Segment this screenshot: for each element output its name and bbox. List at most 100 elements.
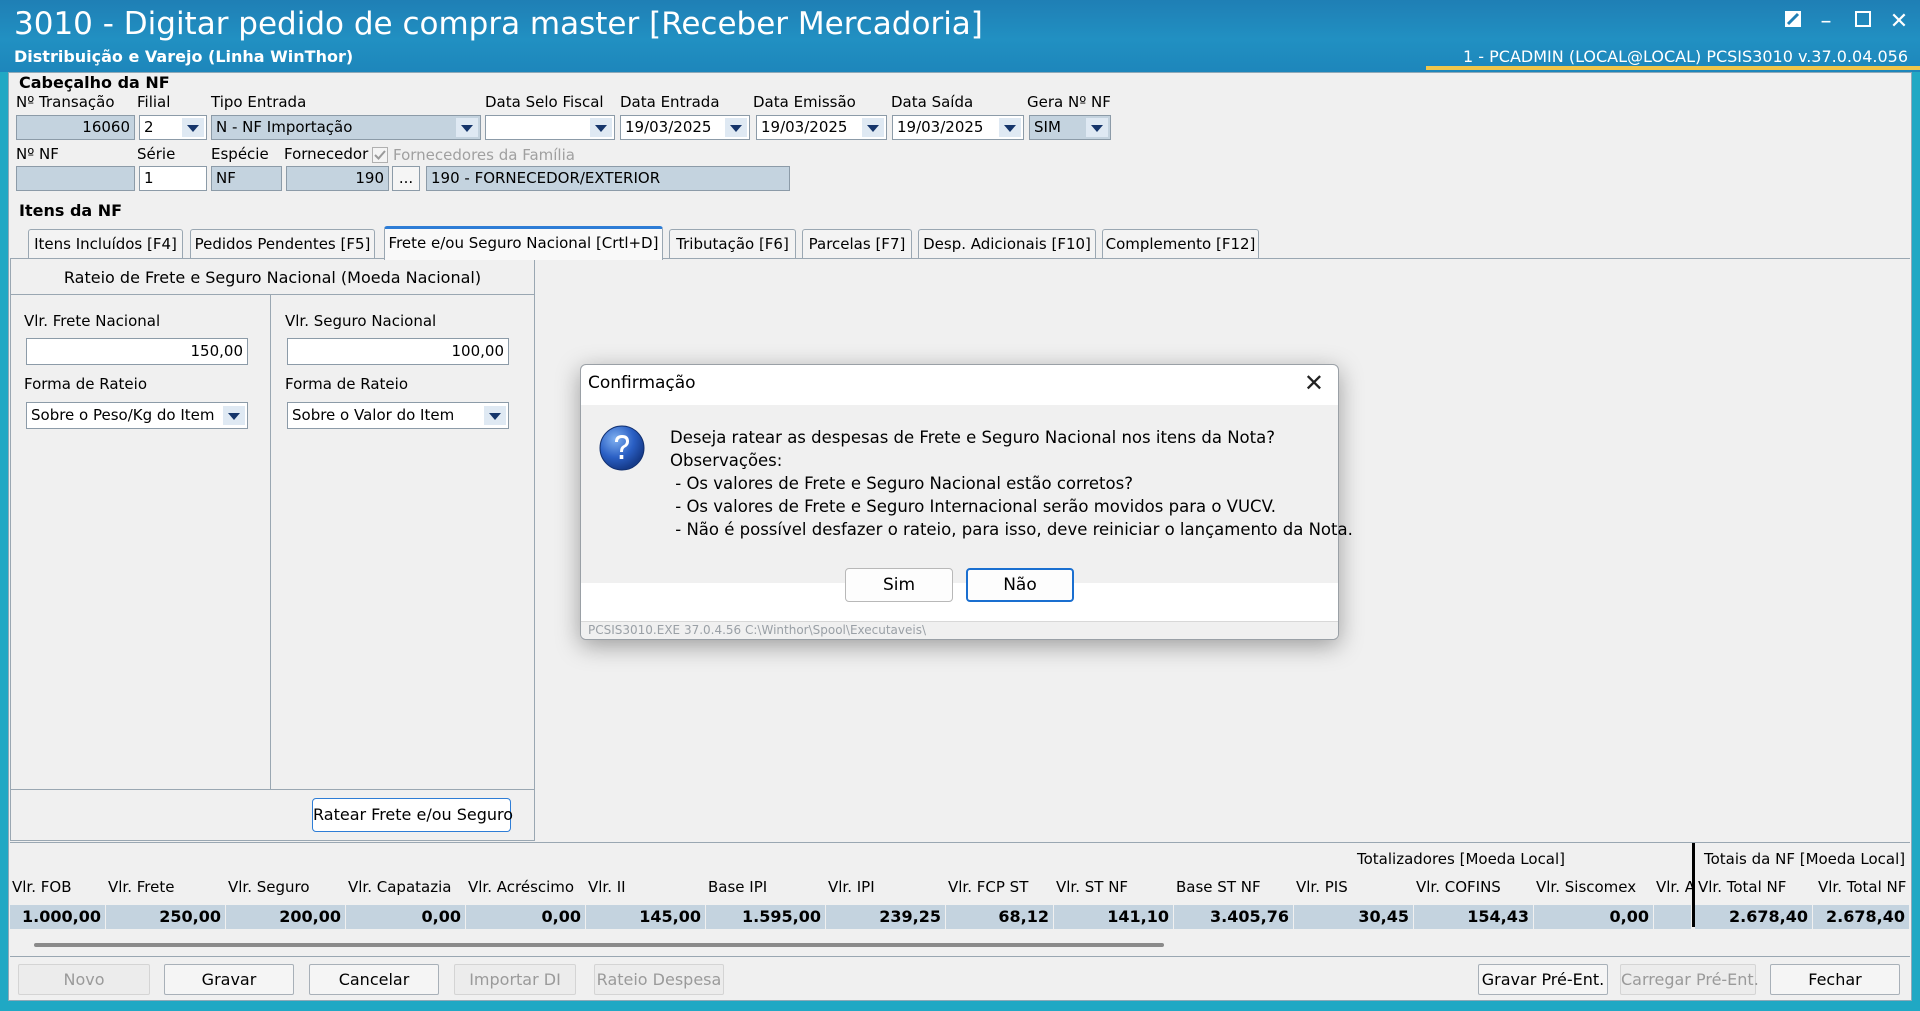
data-selo-select[interactable]: [485, 115, 615, 140]
serie-input[interactable]: 1: [139, 166, 207, 191]
gravar-button[interactable]: Gravar: [164, 964, 294, 995]
close-icon[interactable]: ✕: [1304, 369, 1324, 397]
chevron-down-icon[interactable]: [456, 118, 478, 137]
total-cell: 2.678,40: [1695, 905, 1813, 929]
maximize-icon[interactable]: [1846, 8, 1880, 36]
label-filial: Filial: [137, 93, 171, 111]
tab-complemento[interactable]: Complemento [F12]: [1102, 229, 1259, 259]
frete-input[interactable]: 150,00: [26, 338, 248, 365]
frete-forma-value: Sobre o Peso/Kg do Item: [31, 406, 215, 424]
label-data-emissao: Data Emissão: [753, 93, 856, 111]
col-header: Vlr. IPI: [828, 878, 875, 896]
chevron-down-icon[interactable]: [1086, 118, 1108, 137]
total-cell: 30,45: [1294, 905, 1414, 929]
frete-forma-select[interactable]: Sobre o Peso/Kg do Item: [26, 402, 248, 429]
gera-nf-select[interactable]: SIM: [1029, 115, 1111, 140]
label-data-entrada: Data Entrada: [620, 93, 720, 111]
total-cell: 154,43: [1414, 905, 1534, 929]
carregar-pre-ent-button[interactable]: Carregar Pré-Ent.: [1620, 964, 1759, 995]
restore-icon[interactable]: [1776, 8, 1810, 36]
col-header: Vlr. Frete: [108, 878, 175, 896]
question-icon: [598, 424, 646, 476]
total-cell: 239,25: [826, 905, 946, 929]
close-window-icon[interactable]: ✕: [1882, 8, 1916, 36]
seguro-forma-label: Forma de Rateio: [285, 375, 409, 393]
gravar-pre-ent-button[interactable]: Gravar Pré-Ent.: [1478, 964, 1608, 995]
label-tipo-entrada: Tipo Entrada: [211, 93, 307, 111]
total-cell: 2.678,40: [1813, 905, 1910, 929]
total-cell: 0,00: [346, 905, 466, 929]
fornecedor-name-field: 190 - FORNECEDOR/EXTERIOR: [426, 166, 790, 191]
col-header: Vlr. Total NF: [1698, 878, 1787, 896]
minimize-icon[interactable]: –: [1809, 8, 1843, 36]
yes-button[interactable]: Sim: [845, 568, 953, 602]
tab-tributacao[interactable]: Tributação [F6]: [669, 229, 796, 259]
chevron-down-icon[interactable]: [862, 118, 884, 137]
especie-field[interactable]: NF: [211, 166, 282, 191]
novo-button[interactable]: Novo: [18, 964, 150, 995]
no-button[interactable]: Não: [966, 568, 1074, 602]
chevron-down-icon[interactable]: [223, 406, 245, 425]
num-nf-field[interactable]: [16, 166, 135, 191]
tab-itens-incluidos[interactable]: Itens Incluídos [F4]: [28, 229, 183, 259]
items-section-title: Itens da NF: [19, 201, 123, 220]
browse-fornecedor-button[interactable]: ...: [392, 166, 420, 191]
data-entrada-select[interactable]: 19/03/2025: [620, 115, 750, 140]
label-fornecedor: Fornecedor: [284, 145, 369, 163]
data-emissao-select[interactable]: 19/03/2025: [756, 115, 887, 140]
checkmark-icon: [374, 150, 386, 160]
fechar-button[interactable]: Fechar: [1770, 964, 1900, 995]
seguro-input[interactable]: 100,00: [287, 338, 509, 365]
col-header: Vlr. Acréscimo: [468, 878, 575, 896]
total-cell: 68,12: [946, 905, 1054, 929]
tipo-entrada-select[interactable]: N - NF Importação: [211, 115, 481, 140]
chevron-down-icon[interactable]: [484, 406, 506, 425]
chevron-down-icon[interactable]: [590, 118, 612, 137]
window-subtitle: Distribuição e Varejo (Linha WinThor): [14, 47, 354, 66]
col-header: Vlr. Seguro: [228, 878, 310, 896]
filial-value: 2: [144, 118, 154, 136]
transacao-field[interactable]: 16060: [16, 115, 135, 140]
importar-di-button[interactable]: Importar DI: [454, 964, 576, 995]
chevron-down-icon[interactable]: [182, 118, 204, 137]
label-data-selo: Data Selo Fiscal: [485, 93, 604, 111]
tab-frete-seguro[interactable]: Frete e/ou Seguro Nacional [Crtl+D]: [384, 226, 663, 260]
total-cell: 1.595,00: [706, 905, 826, 929]
col-header: Vlr. Capatazia: [348, 878, 452, 896]
tab-parcelas[interactable]: Parcelas [F7]: [802, 229, 912, 259]
rateio-panel-title: Rateio de Frete e Seguro Nacional (Moeda…: [63, 268, 482, 287]
col-header: Vlr. COFINS: [1416, 878, 1501, 896]
label-transacao: Nº Transação: [16, 93, 115, 111]
col-header: Vlr. FOB: [12, 878, 72, 896]
tab-desp-adicionais[interactable]: Desp. Adicionais [F10]: [918, 229, 1096, 259]
seguro-forma-select[interactable]: Sobre o Valor do Item: [287, 402, 509, 429]
data-saida-select[interactable]: 19/03/2025: [892, 115, 1024, 140]
gera-nf-value: SIM: [1034, 118, 1061, 136]
totals-top-divider: [10, 842, 1910, 843]
tab-pedidos-pendentes[interactable]: Pedidos Pendentes [F5]: [190, 229, 375, 259]
cancelar-button[interactable]: Cancelar: [309, 964, 439, 995]
col-header: Vlr. ST NF: [1056, 878, 1129, 896]
totals-group-label: Totalizadores [Moeda Local]: [1357, 850, 1566, 868]
total-cell: 145,00: [586, 905, 706, 929]
familia-checkbox[interactable]: [372, 147, 388, 163]
rateio-bottom-divider: [10, 789, 535, 790]
filial-select[interactable]: 2: [139, 115, 207, 140]
data-entrada-value: 19/03/2025: [625, 118, 712, 136]
col-header: Base IPI: [708, 878, 768, 896]
total-cell: 3.405,76: [1174, 905, 1294, 929]
rateio-despesa-button[interactable]: Rateio Despesa: [594, 964, 724, 995]
dialog-title: Confirmação: [588, 373, 696, 393]
fornecedor-code-field[interactable]: 190: [286, 166, 389, 191]
col-header: Vlr. PIS: [1296, 878, 1348, 896]
window-title: 3010 - Digitar pedido de compra master […: [14, 6, 983, 42]
totais-nf-group-label: Totais da NF [Moeda Local]: [1704, 850, 1906, 868]
horizontal-scrollbar[interactable]: [34, 943, 1164, 947]
ratear-frete-seguro-button[interactable]: Ratear Frete e/ou Seguro: [312, 798, 513, 832]
data-saida-value: 19/03/2025: [897, 118, 984, 136]
chevron-down-icon[interactable]: [725, 118, 747, 137]
title-accent-bar: [1426, 66, 1920, 70]
familia-checkbox-label: Fornecedores da Família: [393, 146, 575, 164]
label-especie: Espécie: [211, 145, 269, 163]
chevron-down-icon[interactable]: [999, 118, 1021, 137]
